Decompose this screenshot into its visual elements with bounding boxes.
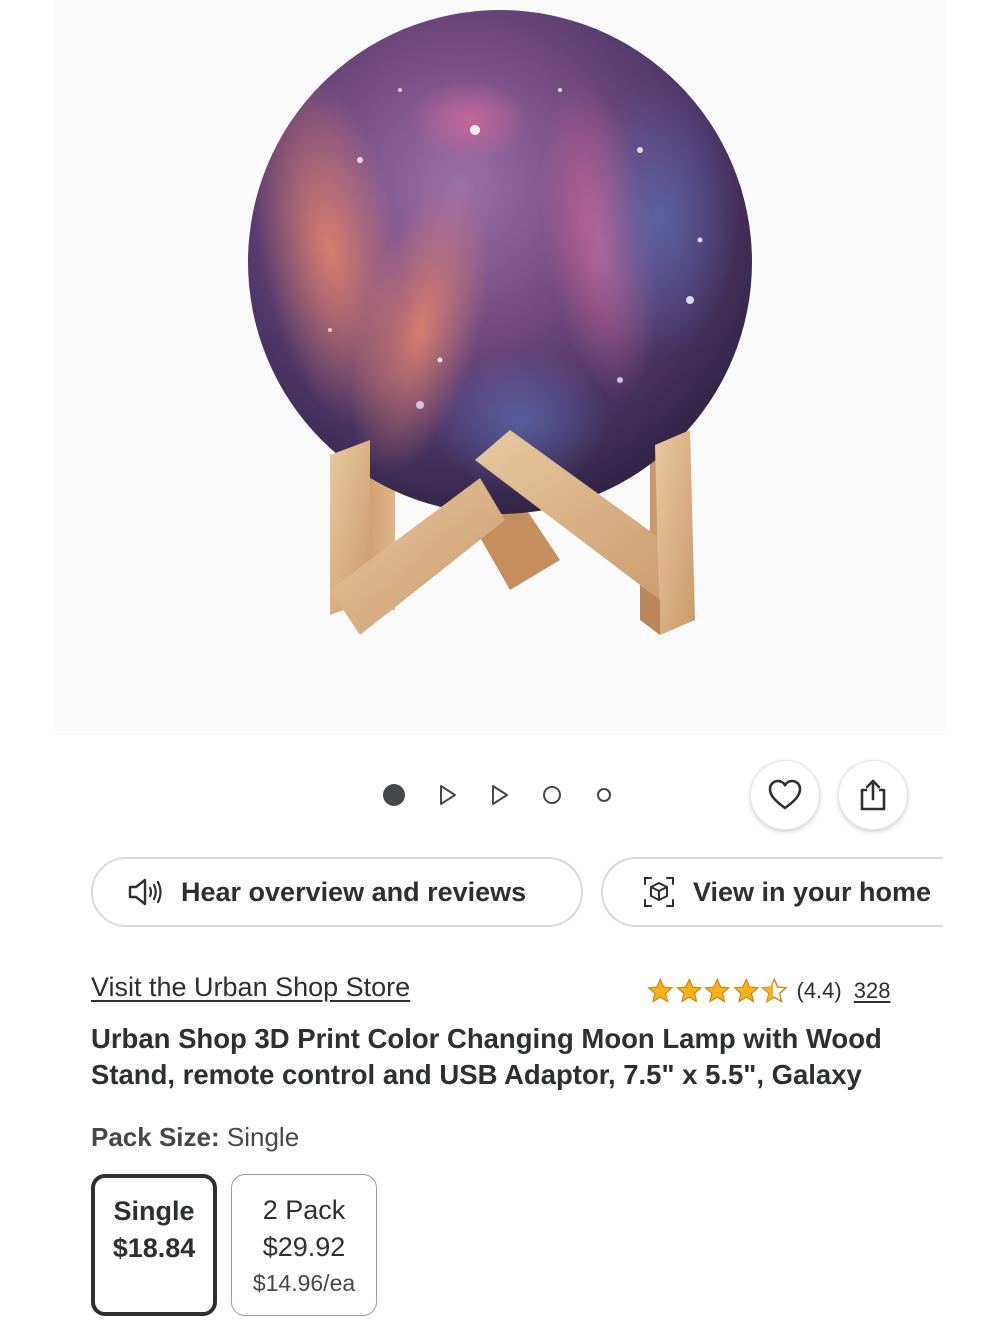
star-full-icon [704, 977, 731, 1003]
pack-option-2-pack[interactable]: 2 Pack $29.92 $14.96/ea [231, 1174, 377, 1316]
pack-option-price: $29.92 [262, 1232, 346, 1262]
product-title: Urban Shop 3D Print Color Changing Moon … [91, 1023, 882, 1090]
carousel-dot[interactable] [597, 788, 611, 802]
pack-option-single[interactable]: Single $18.84 [91, 1174, 217, 1316]
pack-option-name: 2 Pack [262, 1195, 346, 1225]
rating-summary[interactable]: (4.4) 328 [646, 975, 890, 1007]
carousel-dot[interactable] [543, 786, 561, 804]
carousel-video-dot[interactable] [436, 781, 460, 809]
speaker-icon [127, 872, 167, 912]
star-full-icon [675, 977, 702, 1003]
play-icon [492, 785, 508, 805]
carousel-dot-active[interactable] [383, 784, 405, 806]
product-image-area[interactable] [0, 0, 1000, 735]
moon-lamp-image [248, 10, 752, 635]
pack-size-selected: Single [226, 1122, 300, 1152]
share-icon [860, 779, 886, 811]
review-count-link[interactable]: 328 [854, 978, 891, 1004]
favorite-button[interactable] [750, 760, 820, 830]
ar-cube-icon [639, 872, 679, 912]
pack-option-name: Single [113, 1196, 195, 1226]
share-button[interactable] [838, 760, 908, 830]
play-icon [440, 785, 456, 805]
pack-size-heading: Pack Size: [91, 1122, 220, 1152]
screen-edge-mask [943, 840, 1000, 950]
view-in-home-button[interactable]: View in your home [601, 857, 1000, 927]
star-full-icon [647, 977, 674, 1003]
carousel-video-dot[interactable] [488, 781, 512, 809]
hear-overview-label: Hear overview and reviews [181, 876, 527, 907]
pack-size-label: Pack Size: Single [91, 1122, 299, 1153]
rating-value: (4.4) [796, 978, 842, 1003]
star-half-icon [760, 977, 788, 1003]
pack-option-unit-price: $14.96/ea [252, 1270, 356, 1296]
star-rating [646, 977, 789, 1005]
store-link[interactable]: Visit the Urban Shop Store [91, 972, 410, 1003]
view-in-home-label: View in your home [693, 876, 932, 907]
star-full-icon [732, 977, 759, 1003]
pack-option-price: $18.84 [112, 1233, 196, 1263]
hear-overview-button[interactable]: Hear overview and reviews [91, 857, 583, 927]
heart-icon [768, 779, 802, 810]
